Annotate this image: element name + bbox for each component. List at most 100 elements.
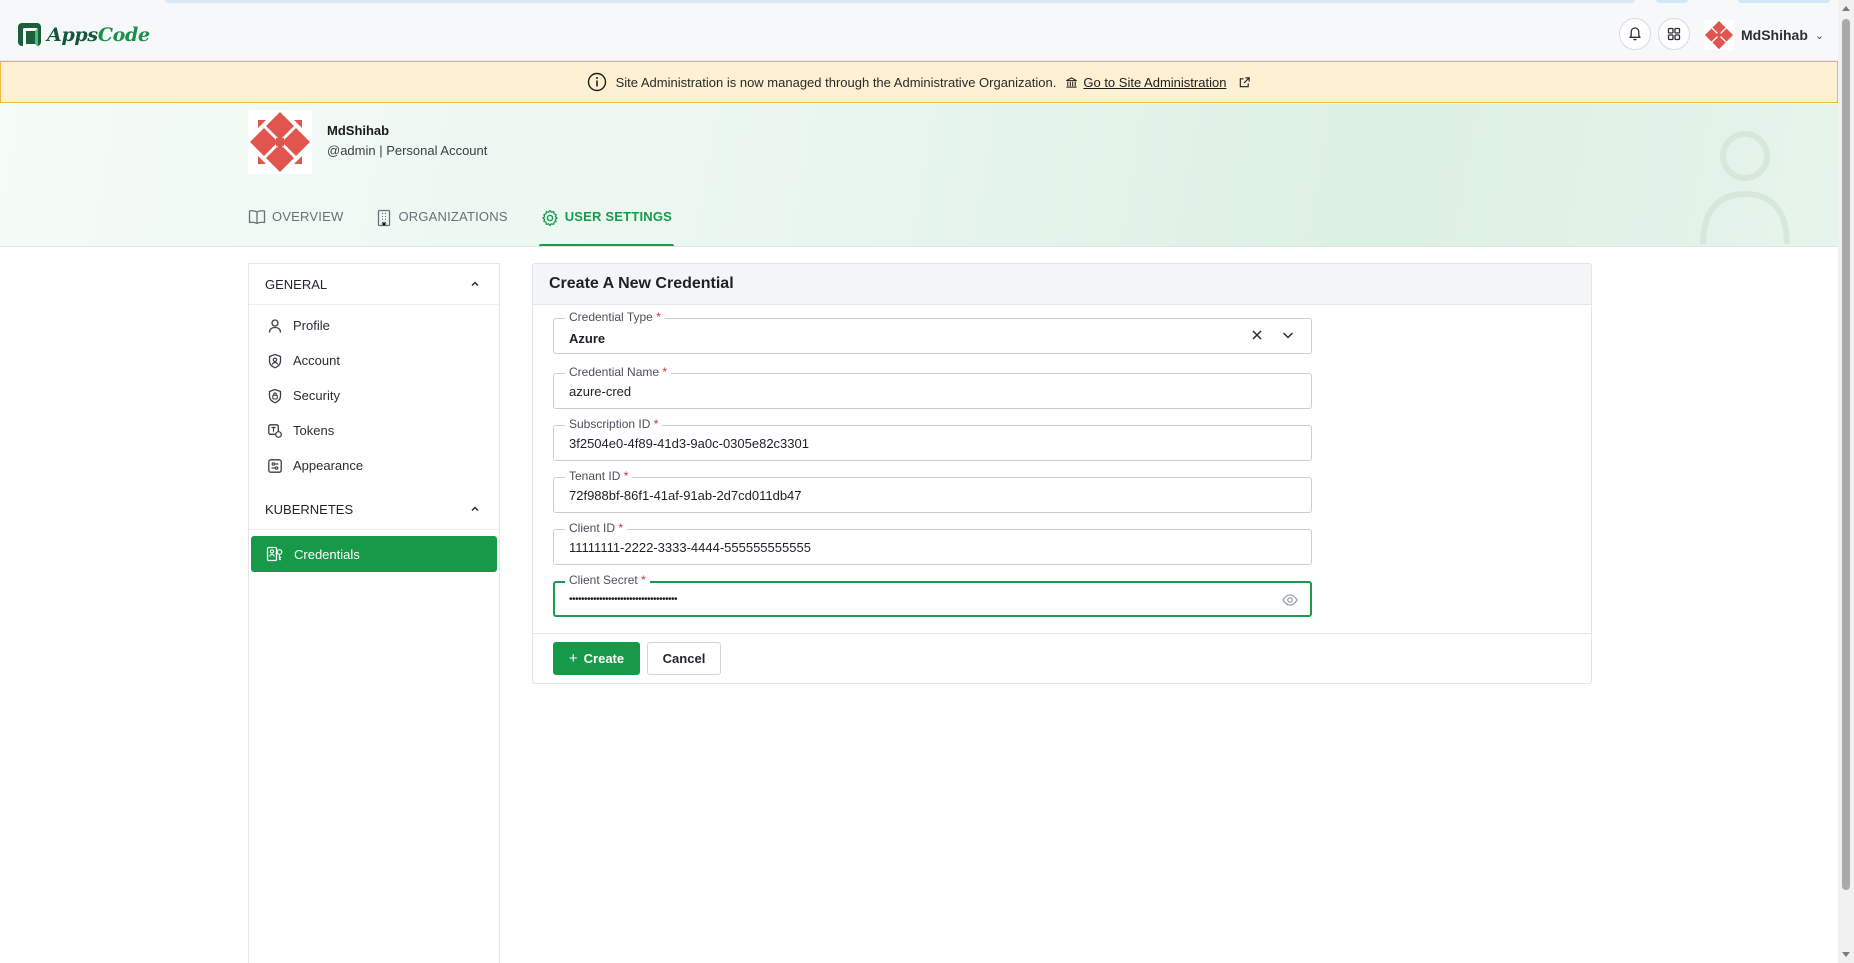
- user-icon: [268, 318, 282, 333]
- required-mark: *: [618, 521, 624, 535]
- tenant-id-value: 72f988bf-86f1-41af-91ab-2d7cd011db47: [569, 488, 802, 503]
- sidebar-item-security[interactable]: Security: [249, 378, 499, 413]
- client-id-label-text: Client ID: [569, 521, 616, 535]
- top-navbar: AppsCode MdShihab ⌄: [0, 0, 1838, 61]
- credential-name-field[interactable]: Credential Name * azure-cred: [553, 364, 1312, 409]
- sidebar-general-list: Profile Account Security Tokens Appearan…: [249, 305, 499, 489]
- sidebar-item-label: Appearance: [293, 458, 364, 473]
- subscription-id-value: 3f2504e0-4f89-41d3-9a0c-0305e82c3301: [569, 436, 809, 451]
- tab-overview-label: OVERVIEW: [272, 209, 344, 224]
- client-secret-label: Client Secret *: [565, 572, 650, 588]
- apps-menu-button[interactable]: [1658, 18, 1690, 50]
- credential-name-label: Credential Name *: [565, 364, 672, 380]
- credential-type-select[interactable]: Credential Type * Azure: [553, 309, 1312, 354]
- user-menu[interactable]: MdShihab ⌄: [1704, 20, 1824, 50]
- grid-icon: [1667, 27, 1681, 41]
- browser-chrome-strip: [1738, 0, 1830, 3]
- brand-name: AppsCode: [47, 24, 150, 46]
- brand-name-part2: Code: [97, 23, 150, 46]
- client-id-field[interactable]: Client ID * 11111111-2222-3333-4444-5555…: [553, 520, 1312, 565]
- create-button[interactable]: + Create: [553, 642, 640, 675]
- cancel-button[interactable]: Cancel: [647, 642, 721, 675]
- cancel-button-label: Cancel: [662, 651, 706, 666]
- tenant-id-label: Tenant ID *: [565, 468, 633, 484]
- profile-header: MdShihab @admin | Personal Account OVERV…: [0, 104, 1838, 247]
- sidebar-item-tokens[interactable]: Tokens: [249, 413, 499, 448]
- credential-type-value: Azure: [569, 331, 606, 346]
- sidebar-item-profile[interactable]: Profile: [249, 308, 499, 343]
- sidebar-item-credentials[interactable]: Credentials: [251, 536, 497, 572]
- book-icon: [248, 210, 266, 225]
- sidebar-item-appearance[interactable]: Appearance: [249, 448, 499, 483]
- sidebar-group-kubernetes[interactable]: KUBERNETES: [249, 489, 499, 530]
- form-title: Create A New Credential: [533, 264, 1591, 305]
- sidebar-item-label: Credentials: [294, 546, 360, 562]
- banner-message: Site Administration is now managed throu…: [615, 74, 1057, 90]
- tenant-id-label-text: Tenant ID: [569, 469, 621, 483]
- sidebar-item-account[interactable]: Account: [249, 343, 499, 378]
- credential-type-label-text: Credential Type: [569, 310, 653, 324]
- required-mark: *: [653, 417, 659, 431]
- notifications-button[interactable]: [1619, 18, 1651, 50]
- client-id-label: Client ID *: [565, 520, 628, 536]
- client-id-value: 11111111-2222-3333-4444-555555555555: [569, 540, 811, 555]
- client-secret-field[interactable]: Client Secret * ••••••••••••••••••••••••…: [553, 572, 1312, 617]
- info-icon: [587, 72, 606, 92]
- credential-type-label: Credential Type *: [565, 309, 665, 325]
- appscode-logo-icon: [18, 23, 41, 47]
- user-silhouette-icon: [1700, 131, 1790, 245]
- sidebar-group-general-title: GENERAL: [265, 276, 328, 292]
- profile-tabs: OVERVIEW ORGANIZATIONS USER SETTINGS: [248, 206, 675, 246]
- scroll-up-arrow[interactable]: [1842, 6, 1850, 11]
- eye-icon[interactable]: [1282, 593, 1298, 607]
- scroll-down-arrow[interactable]: [1842, 952, 1850, 957]
- chevron-down-icon: ⌄: [1814, 29, 1825, 42]
- appscode-logo[interactable]: AppsCode: [18, 23, 150, 47]
- credentials-icon: [266, 546, 283, 562]
- bell-icon: [1629, 27, 1641, 41]
- required-mark: *: [662, 365, 668, 379]
- subscription-id-label: Subscription ID *: [565, 416, 663, 432]
- plus-icon: +: [568, 650, 578, 667]
- browser-chrome-strip: [165, 0, 1635, 3]
- create-credential-card: Create A New Credential Credential Type …: [532, 263, 1592, 684]
- account-shield-icon: [268, 353, 282, 368]
- tab-user-settings-label: USER SETTINGS: [564, 209, 673, 224]
- subscription-id-field[interactable]: Subscription ID * 3f2504e0-4f89-41d3-9a0…: [553, 416, 1312, 461]
- scrollbar-thumb[interactable]: [1842, 19, 1850, 890]
- sidebar-group-general[interactable]: GENERAL: [249, 264, 499, 305]
- building-icon: [378, 209, 391, 227]
- tab-organizations-label: ORGANIZATIONS: [398, 209, 508, 224]
- security-lock-icon: [268, 388, 282, 403]
- brand-name-part1: Apps: [47, 23, 98, 46]
- sidebar-group-kubernetes-title: KUBERNETES: [265, 501, 354, 517]
- profile-name: MdShihab: [327, 123, 390, 138]
- tab-overview[interactable]: OVERVIEW: [248, 206, 344, 246]
- clear-icon[interactable]: [1251, 329, 1263, 341]
- tab-user-settings[interactable]: USER SETTINGS: [538, 206, 675, 246]
- user-menu-name: MdShihab: [1741, 27, 1808, 43]
- go-to-site-admin-link[interactable]: Go to Site Administration: [1083, 75, 1226, 90]
- tenant-id-field[interactable]: Tenant ID * 72f988bf-86f1-41af-91ab-2d7c…: [553, 468, 1312, 513]
- page-scrollbar[interactable]: [1838, 0, 1854, 963]
- client-secret-value: ••••••••••••••••••••••••••••••••••••: [569, 594, 678, 605]
- chevron-down-icon[interactable]: [1281, 329, 1295, 341]
- site-admin-link-wrap[interactable]: Go to Site Administration: [1065, 75, 1226, 90]
- client-secret-label-text: Client Secret: [569, 573, 638, 587]
- form-footer-divider: [533, 633, 1591, 634]
- institution-icon: [1066, 76, 1078, 88]
- chevron-up-icon: [471, 506, 479, 512]
- required-mark: *: [656, 310, 661, 324]
- tab-organizations[interactable]: ORGANIZATIONS: [376, 206, 508, 246]
- required-mark: *: [641, 573, 646, 587]
- external-link-icon[interactable]: [1238, 76, 1251, 89]
- sidebar-item-label: Profile: [293, 318, 330, 333]
- sidebar-item-label: Tokens: [293, 423, 335, 438]
- settings-sidebar: GENERAL Profile Account Security Tokens …: [248, 263, 500, 963]
- sidebar-kubernetes-list: Credentials: [249, 530, 499, 578]
- credential-name-value: azure-cred: [569, 384, 632, 399]
- chevron-up-icon: [471, 281, 479, 287]
- credential-name-label-text: Credential Name: [569, 365, 660, 379]
- sidebar-item-label: Account: [293, 353, 340, 368]
- browser-chrome-strip: [1656, 0, 1688, 3]
